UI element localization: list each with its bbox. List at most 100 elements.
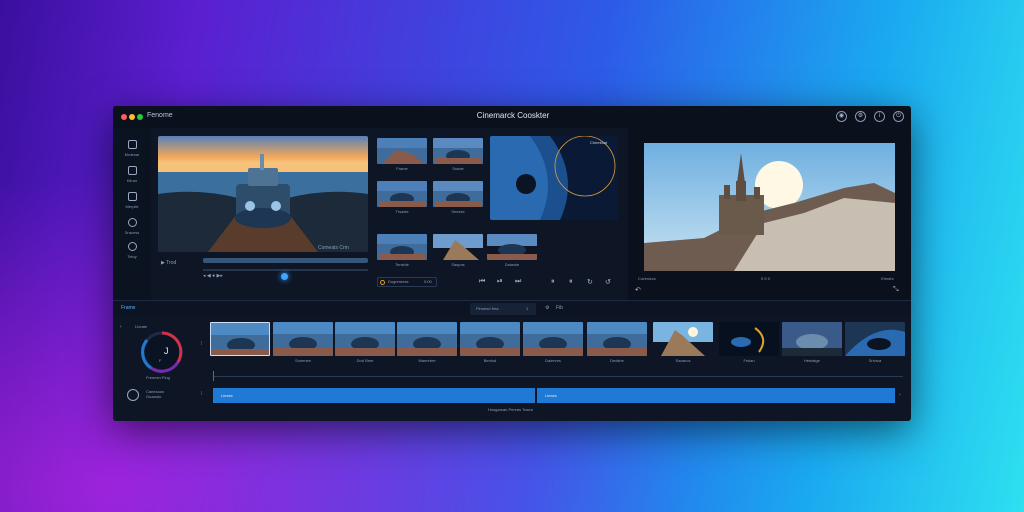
filmstrip-frame[interactable] xyxy=(523,322,583,356)
filmstrip-frame[interactable] xyxy=(210,322,270,356)
sidebar-item-mrdesar[interactable]: Mrdesar xyxy=(118,140,146,157)
program-monitor-image[interactable] xyxy=(644,143,895,271)
filmstrip-caption: Frslan xyxy=(743,358,755,363)
sidebar-item-teioy[interactable]: Teioy xyxy=(118,242,146,259)
pause-button-a[interactable]: ⏸ xyxy=(551,278,555,286)
sidebar-item-sracess[interactable]: Sracess xyxy=(118,218,146,235)
playhead[interactable] xyxy=(281,273,288,280)
timeline-scrub[interactable] xyxy=(203,269,368,271)
media-thumb[interactable] xyxy=(433,181,483,207)
minimize-window-button[interactable] xyxy=(129,114,135,120)
redo-icon[interactable]: ↻ xyxy=(587,278,593,286)
play-pause-button[interactable]: ⏯ xyxy=(497,278,503,286)
program-center-caption: 5 5 5 xyxy=(761,276,770,281)
pause-button-b[interactable]: ⏸ xyxy=(569,278,573,286)
settings-icon[interactable]: ⚙ xyxy=(855,111,866,122)
fx-gear-icon[interactable]: ⚙ xyxy=(545,305,549,311)
timeline-settings-icon[interactable] xyxy=(127,389,139,401)
media-caption: Tensble xyxy=(395,262,409,267)
power-icon[interactable]: ⏻ xyxy=(893,111,904,122)
maximize-window-button[interactable] xyxy=(137,114,143,120)
track-scroll-right-icon[interactable]: › xyxy=(899,392,901,398)
fx-label[interactable]: Fib xyxy=(556,305,563,311)
filmstrip-frame[interactable] xyxy=(335,322,395,356)
media-thumb[interactable] xyxy=(487,234,537,260)
effect-preview[interactable]: Cheetiont xyxy=(490,136,618,220)
filmstrip-caption: Sonenee xyxy=(294,358,311,363)
globe-swirl-image xyxy=(490,136,618,220)
media-caption: Sracte xyxy=(452,166,464,171)
media-caption: Seesxe xyxy=(451,209,465,214)
track-handle-icon[interactable]: ⁞ xyxy=(201,391,202,397)
speed-dial[interactable] xyxy=(137,328,187,376)
fullscreen-icon[interactable]: ⤡ xyxy=(893,286,899,294)
secondary-toolbar: Frame Pinnesd frea 1 ⚙ Fib xyxy=(113,301,911,317)
filmstrip-caption: Daireves xyxy=(545,358,561,363)
source-controls: ▶ Trod Comeats Crm ◂ ◀ ● ▶▸ xyxy=(158,245,368,300)
timeline-footer: Hosgarsan Pereas Tosea xyxy=(488,407,533,412)
media-thumb[interactable] xyxy=(377,181,427,207)
scrub-bar[interactable] xyxy=(203,258,368,263)
app-name: Fenome xyxy=(147,112,173,119)
filmstrip-frame[interactable] xyxy=(273,322,333,356)
filmstrip-caption: Benlod xyxy=(483,358,497,363)
title-bar: Fenome Cinemarck Cooskter ◉ ⚙ i ⏻ xyxy=(113,106,911,128)
profile-icon[interactable]: ◉ xyxy=(836,111,847,122)
skip-back-button[interactable]: ⏮ xyxy=(479,278,485,286)
media-thumb[interactable] xyxy=(377,234,427,260)
media-caption: Daiavke xyxy=(504,262,520,267)
sidebar-item-label: Mrdesar xyxy=(124,152,140,157)
video-track-b[interactable]: Lieaes xyxy=(537,388,895,403)
video-track-a[interactable]: Lieaes xyxy=(213,388,535,403)
close-window-button[interactable] xyxy=(121,114,127,120)
undo-icon[interactable]: ↺ xyxy=(605,278,611,286)
filmstrip-frame[interactable] xyxy=(845,322,905,356)
globe-icon xyxy=(127,242,137,251)
filmstrip-caption: Srivsra xyxy=(868,358,882,363)
pinned-tab-value: 1 xyxy=(526,306,529,311)
filmstrip-frame[interactable] xyxy=(653,322,713,356)
collapse-icon[interactable]: ‹ xyxy=(120,324,122,330)
info-icon[interactable]: i xyxy=(874,111,885,122)
filmstrip-frame[interactable] xyxy=(587,322,647,356)
timeline-panel-label: Canesoon Guaauto xyxy=(146,389,165,399)
ship-deck-image xyxy=(158,136,368,252)
program-left-caption: Cortmicxs xyxy=(638,276,656,281)
effect-preview-label: Cheetiont xyxy=(590,140,608,145)
filmstrip-frame[interactable] xyxy=(782,322,842,356)
media-footer-value: 0:00 xyxy=(424,279,432,284)
layers-icon xyxy=(127,192,137,201)
filmstrip-caption: Saranos xyxy=(675,358,691,363)
filmstrip-caption: Hestatge xyxy=(803,358,820,363)
transport-small[interactable]: ◂ ◀ ● ▶▸ xyxy=(203,273,223,279)
sidebar-item-kiinar[interactable]: Kiinar xyxy=(118,166,146,183)
filmstrip-caption: Manrebre xyxy=(418,358,436,363)
pinned-tab[interactable]: Pinnesd frea 1 xyxy=(470,303,536,315)
rewind-icon[interactable]: ↶ xyxy=(635,286,641,294)
track-a-label: Lieaes xyxy=(221,393,233,398)
filmstrip-frame[interactable] xyxy=(460,322,520,356)
media-footer-field[interactable]: Dogremess 0:00 xyxy=(377,277,437,287)
sidebar-item-label: Sracess xyxy=(124,230,140,235)
media-caption: Saspos xyxy=(451,262,465,267)
source-monitor-image[interactable] xyxy=(158,136,368,252)
media-thumb[interactable] xyxy=(433,138,483,164)
filmstrip-handle-icon[interactable]: ⁞ xyxy=(201,341,202,347)
media-caption: Frame xyxy=(396,166,408,171)
media-caption: Trsasts xyxy=(395,209,409,214)
pinned-tab-label: Pinnesd frea xyxy=(476,306,499,311)
folder-icon xyxy=(127,140,137,149)
section-label[interactable]: Frame xyxy=(121,305,135,311)
skip-forward-button[interactable]: ⏭ xyxy=(515,278,521,286)
gear-icon xyxy=(127,218,137,227)
media-thumb[interactable] xyxy=(433,234,483,260)
filmstrip-frame[interactable] xyxy=(719,322,779,356)
dial-value: J xyxy=(164,346,169,356)
clock-icon xyxy=(380,280,385,285)
dial-caption: Frenesn·Flug xyxy=(146,375,170,380)
filmstrip-frame[interactable] xyxy=(397,322,457,356)
sidebar-item-merpile[interactable]: Merpile xyxy=(118,192,146,209)
play-label[interactable]: ▶ Trod xyxy=(161,260,176,266)
timeline-ruler[interactable] xyxy=(213,376,903,377)
media-thumb[interactable] xyxy=(377,138,427,164)
